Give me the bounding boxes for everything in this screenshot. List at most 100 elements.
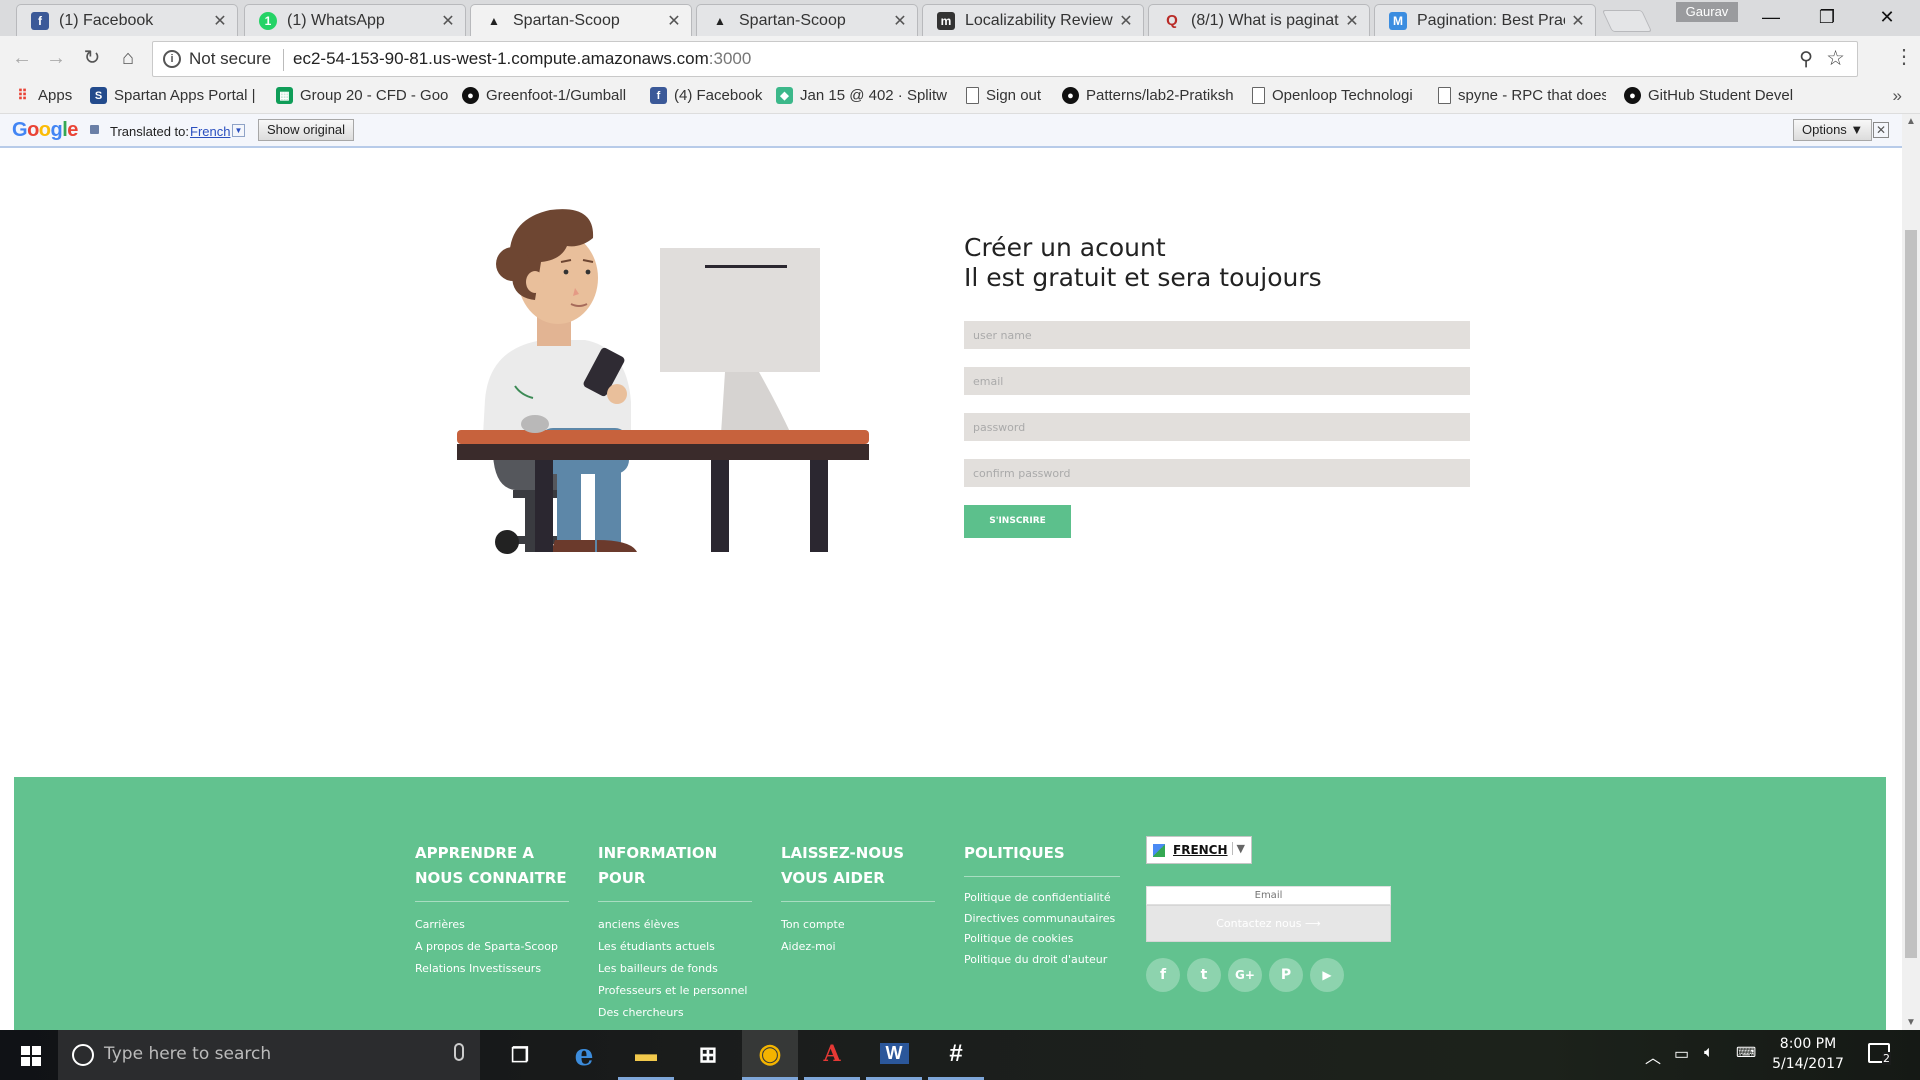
footer-link[interactable]: Politique de confidentialité: [964, 889, 1120, 907]
task-view-icon[interactable]: ❐: [492, 1030, 548, 1080]
bookmark-splitwise[interactable]: ◆ Jan 15 @ 402 · Splitwi: [776, 87, 948, 104]
page-scrollbar[interactable]: ▲ ▼: [1902, 114, 1920, 1030]
youtube-icon[interactable]: ▶: [1310, 958, 1344, 992]
footer-link[interactable]: Les bailleurs de fonds: [598, 958, 752, 980]
whatsapp-icon: 1: [259, 11, 277, 30]
close-window-button[interactable]: ✕: [1864, 2, 1910, 32]
address-bar[interactable]: i Not secure ec2-54-153-90-81.us-west-1.…: [152, 41, 1858, 77]
url-host: ec2-54-153-90-81.us-west-1.compute.amazo…: [293, 49, 709, 68]
reload-icon[interactable]: ↻: [78, 44, 106, 72]
close-icon[interactable]: ✕: [1119, 11, 1133, 31]
confirm-password-field[interactable]: [964, 459, 1470, 487]
facebook-icon[interactable]: f: [1146, 958, 1180, 992]
bookmark-greenfoot-gumball[interactable]: ● Greenfoot-1/Gumball: [462, 87, 632, 104]
security-status[interactable]: Not secure: [189, 49, 271, 69]
tab-spartan-scoop[interactable]: ▲ Spartan-Scoop ✕: [696, 4, 918, 36]
footer-link[interactable]: Les étudiants actuels: [598, 936, 752, 958]
word-icon[interactable]: W: [866, 1030, 922, 1080]
chevron-down-icon[interactable]: ▼: [232, 124, 245, 137]
scrollbar-thumb[interactable]: [1905, 230, 1917, 958]
close-icon[interactable]: ✕: [1571, 11, 1585, 31]
url-text[interactable]: ec2-54-153-90-81.us-west-1.compute.amazo…: [293, 49, 751, 69]
footer-link[interactable]: Politique de cookies: [964, 930, 1120, 948]
file-explorer-icon[interactable]: ▬: [618, 1030, 674, 1080]
close-icon[interactable]: ✕: [893, 11, 907, 31]
show-original-button[interactable]: Show original: [258, 119, 355, 141]
microphone-icon[interactable]: [454, 1043, 464, 1061]
bookmark-facebook[interactable]: f (4) Facebook: [650, 87, 766, 104]
username-field[interactable]: [964, 321, 1470, 349]
footer-column-information: INFORMATION POUR anciens élèves Les étud…: [598, 841, 752, 1024]
tab-pagination-best-practices[interactable]: M Pagination: Best Practi ✕: [1374, 4, 1596, 36]
tab-spartan-scoop-active[interactable]: ▲ Spartan-Scoop ✕: [470, 4, 692, 36]
volume-icon[interactable]: 🔈︎: [1704, 1044, 1714, 1062]
language-selector[interactable]: FRENCH ▼: [1146, 836, 1252, 864]
footer-link[interactable]: Ton compte: [781, 914, 935, 936]
footer-link[interactable]: Relations Investisseurs: [415, 958, 569, 980]
spartan-portal-icon: S: [90, 87, 107, 104]
contact-us-button[interactable]: Contactez nous ⟶: [1146, 905, 1391, 942]
close-icon[interactable]: ✕: [441, 11, 455, 31]
pinterest-icon[interactable]: P: [1269, 958, 1303, 992]
google-plus-icon[interactable]: G+: [1228, 958, 1262, 992]
show-hidden-icons-chevron-icon[interactable]: ︿: [1645, 1044, 1661, 1068]
tab-localizability-review[interactable]: m Localizability Review ✕: [922, 4, 1144, 36]
bookmark-star-icon[interactable]: ☆: [1826, 46, 1845, 71]
close-icon[interactable]: ✕: [1345, 11, 1359, 31]
battery-icon[interactable]: ▭: [1674, 1044, 1689, 1064]
bookmark-github-student[interactable]: ● GitHub Student Devel: [1624, 87, 1794, 104]
close-icon[interactable]: ✕: [1873, 122, 1889, 138]
bookmark-openloop[interactable]: Openloop Technologi: [1252, 87, 1420, 104]
new-tab-button[interactable]: [1601, 10, 1653, 32]
tab-whatsapp[interactable]: 1 (1) WhatsApp ✕: [244, 4, 466, 36]
keyboard-icon[interactable]: ⌨: [1736, 1044, 1756, 1061]
footer-link[interactable]: Carrières: [415, 914, 569, 936]
bookmarks-overflow-icon[interactable]: »: [1893, 86, 1902, 106]
footer-link[interactable]: Politique du droit d'auteur: [964, 951, 1120, 969]
close-icon[interactable]: ✕: [213, 11, 227, 31]
bookmark-spartan-apps-portal[interactable]: S Spartan Apps Portal |: [90, 87, 266, 104]
bookmark-spyne[interactable]: spyne - RPC that does: [1438, 87, 1606, 104]
footer-link[interactable]: Aidez-moi: [781, 936, 935, 958]
footer-link[interactable]: Professeurs et le personnel: [598, 980, 752, 1002]
edge-icon[interactable]: e: [556, 1030, 612, 1080]
footer-link[interactable]: A propos de Sparta-Scoop: [415, 936, 569, 958]
password-field[interactable]: [964, 413, 1470, 441]
zoom-icon[interactable]: ⚲: [1799, 48, 1813, 71]
scroll-down-arrow-icon[interactable]: ▼: [1902, 1017, 1920, 1028]
info-icon[interactable]: i: [163, 50, 181, 68]
store-icon[interactable]: ⊞: [680, 1030, 736, 1080]
newsletter-email-field[interactable]: [1146, 886, 1391, 905]
start-button[interactable]: [0, 1030, 58, 1080]
profile-button[interactable]: Gaurav: [1676, 2, 1738, 22]
acrobat-icon[interactable]: A: [804, 1030, 860, 1080]
target-language-select[interactable]: French: [190, 124, 230, 139]
clock-date[interactable]: 5/14/2017: [1772, 1056, 1844, 1072]
footer-link[interactable]: Des chercheurs: [598, 1002, 752, 1024]
bookmark-sign-out[interactable]: Sign out: [966, 87, 1066, 104]
twitter-icon[interactable]: t: [1187, 958, 1221, 992]
tab-quora-pagination[interactable]: Q (8/1) What is paginatio ✕: [1148, 4, 1370, 36]
back-arrow-icon[interactable]: ←: [8, 44, 36, 72]
forward-arrow-icon[interactable]: →: [42, 44, 70, 72]
bookmark-patterns-lab2[interactable]: ● Patterns/lab2-Pratiksh: [1062, 87, 1234, 104]
minimize-button[interactable]: —: [1748, 2, 1794, 32]
home-icon[interactable]: ⌂: [114, 44, 142, 72]
chrome-icon[interactable]: ◉: [742, 1030, 798, 1080]
restore-button[interactable]: ❐: [1804, 2, 1850, 32]
github-icon: ●: [1062, 87, 1079, 104]
clock-time[interactable]: 8:00 PM: [1772, 1036, 1844, 1052]
footer-link[interactable]: anciens élèves: [598, 914, 752, 936]
signup-button[interactable]: S'INSCRIRE: [964, 505, 1071, 538]
email-field[interactable]: [964, 367, 1470, 395]
tab-facebook[interactable]: f (1) Facebook ✕: [16, 4, 238, 36]
close-icon[interactable]: ✕: [667, 11, 681, 31]
chrome-menu-icon[interactable]: ⋮: [1894, 44, 1914, 69]
bookmark-group20-cfd[interactable]: ▦ Group 20 - CFD - Goo: [276, 87, 448, 104]
slack-icon[interactable]: #: [928, 1030, 984, 1080]
scroll-up-arrow-icon[interactable]: ▲: [1902, 116, 1920, 127]
bookmark-apps[interactable]: ⠿ Apps: [14, 87, 80, 104]
translate-options-button[interactable]: Options ▼: [1793, 119, 1873, 141]
taskbar-search-box[interactable]: Type here to search: [58, 1030, 480, 1080]
footer-link[interactable]: Directives communautaires: [964, 910, 1120, 927]
